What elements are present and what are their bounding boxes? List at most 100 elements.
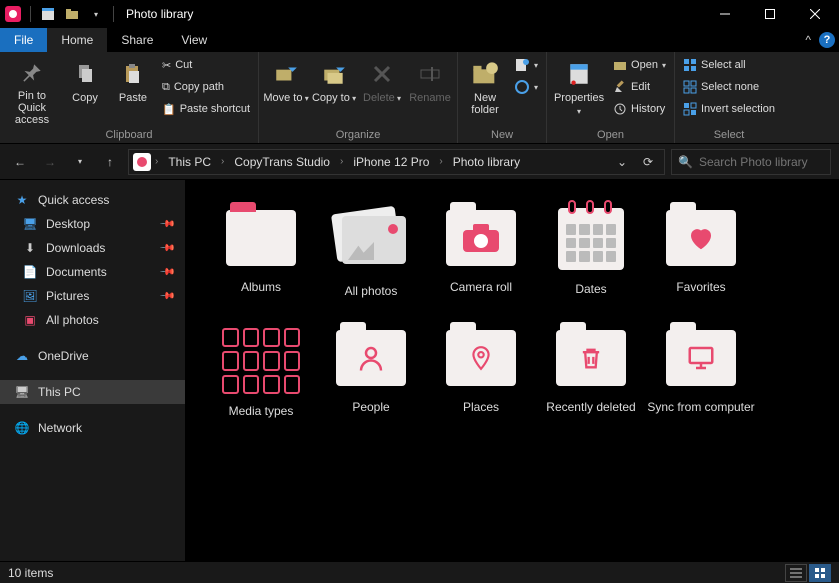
group-new: New folder ▾ ▾ New <box>458 52 547 143</box>
recent-locations-button[interactable]: ▾ <box>68 150 92 174</box>
tab-file[interactable]: File <box>0 28 47 52</box>
search-input[interactable] <box>699 155 839 169</box>
items-grid: Albums All photos Camera roll Dates <box>206 196 839 436</box>
sidebar-desktop[interactable]: 🖥Desktop📌 <box>0 212 185 236</box>
select-none-button[interactable]: Select none <box>679 76 779 98</box>
large-icons-view-button[interactable] <box>809 564 831 582</box>
close-button[interactable] <box>792 0 837 28</box>
copy-to-button[interactable]: Copy to ▾ <box>311 54 357 126</box>
chevron-right-icon[interactable]: › <box>153 156 160 167</box>
copy-button[interactable]: Copy <box>62 54 108 126</box>
group-open: Properties ▾ Open▾ Edit History Open <box>547 52 675 143</box>
folder-icon <box>446 330 516 386</box>
history-button[interactable]: History <box>609 98 670 120</box>
qat-newfolder-icon[interactable] <box>61 3 83 25</box>
properties-button[interactable]: Properties ▾ <box>551 54 607 126</box>
sidebar-documents[interactable]: 📄Documents📌 <box>0 260 185 284</box>
copy-path-button[interactable]: ⧉Copy path <box>158 76 254 98</box>
qat-customize-icon[interactable]: ▾ <box>85 3 107 25</box>
ribbon-collapse-icon[interactable]: ^ <box>805 33 811 47</box>
select-all-button[interactable]: Select all <box>679 54 779 76</box>
help-icon[interactable]: ? <box>819 32 835 48</box>
paste-button[interactable]: Paste <box>110 54 156 126</box>
group-label: Select <box>679 129 779 143</box>
navigation-bar: ← → ▾ ↑ › This PC › CopyTrans Studio › i… <box>0 144 839 180</box>
content-pane[interactable]: Albums All photos Camera roll Dates <box>186 180 839 561</box>
open-button[interactable]: Open▾ <box>609 54 670 76</box>
tab-view[interactable]: View <box>167 28 221 52</box>
sidebar-network[interactable]: 🌐Network <box>0 416 185 440</box>
address-bar[interactable]: › This PC › CopyTrans Studio › iPhone 12… <box>128 149 665 175</box>
folder-people[interactable]: People <box>316 316 426 436</box>
sidebar-quick-access[interactable]: ★Quick access <box>0 188 185 212</box>
invert-selection-button[interactable]: Invert selection <box>679 98 779 120</box>
new-item-button[interactable]: ▾ <box>510 54 542 76</box>
paste-shortcut-button[interactable]: 📋Paste shortcut <box>158 98 254 120</box>
status-bar: 10 items <box>0 561 839 583</box>
folder-media-types[interactable]: Media types <box>206 316 316 436</box>
pin-to-quick-access-button[interactable]: Pin to Quick access <box>4 54 60 126</box>
ribbon: Pin to Quick access Copy Paste ✂Cut ⧉Cop… <box>0 52 839 144</box>
up-button[interactable]: ↑ <box>98 150 122 174</box>
search-box[interactable]: 🔍 <box>671 149 831 175</box>
quick-access-toolbar: ▾ <box>2 3 118 25</box>
network-icon: 🌐 <box>14 420 30 436</box>
address-dropdown-button[interactable]: ⌄ <box>610 150 634 174</box>
folder-favorites[interactable]: Favorites <box>646 196 756 316</box>
sidebar-onedrive[interactable]: ☁OneDrive <box>0 344 185 368</box>
group-label: Open <box>551 129 670 143</box>
details-view-button[interactable] <box>785 564 807 582</box>
cloud-icon: ☁ <box>14 348 30 364</box>
edit-button[interactable]: Edit <box>609 76 670 98</box>
body: ★Quick access 🖥Desktop📌 ⬇Downloads📌 📄Doc… <box>0 180 839 561</box>
scissors-icon: ✂ <box>162 59 171 72</box>
minimize-button[interactable] <box>702 0 747 28</box>
folder-all-photos[interactable]: All photos <box>316 196 426 316</box>
pc-icon: 🖥 <box>14 384 30 400</box>
qat-properties-icon[interactable] <box>37 3 59 25</box>
folder-icon <box>446 210 516 266</box>
breadcrumb-segment[interactable]: Photo library <box>447 150 526 174</box>
folder-sync-from-computer[interactable]: Sync from computer <box>646 316 756 436</box>
delete-button[interactable]: Delete ▾ <box>359 54 405 126</box>
back-button[interactable]: ← <box>8 150 32 174</box>
calendar-icon <box>558 208 624 270</box>
sidebar-downloads[interactable]: ⬇Downloads📌 <box>0 236 185 260</box>
pin-icon: 📌 <box>158 216 175 233</box>
maximize-button[interactable] <box>747 0 792 28</box>
easy-access-button[interactable]: ▾ <box>510 76 542 98</box>
sidebar-pictures[interactable]: 🖼Pictures📌 <box>0 284 185 308</box>
group-clipboard: Pin to Quick access Copy Paste ✂Cut ⧉Cop… <box>0 52 259 143</box>
chevron-right-icon[interactable]: › <box>437 156 444 167</box>
tab-home[interactable]: Home <box>47 28 107 52</box>
app-icon <box>2 3 24 25</box>
forward-button[interactable]: → <box>38 150 62 174</box>
navigation-pane: ★Quick access 🖥Desktop📌 ⬇Downloads📌 📄Doc… <box>0 180 186 561</box>
folder-albums[interactable]: Albums <box>206 196 316 316</box>
ribbon-tabs: File Home Share View ^ ? <box>0 28 839 52</box>
folder-places[interactable]: Places <box>426 316 536 436</box>
breadcrumb-segment[interactable]: This PC <box>162 150 217 174</box>
tab-share[interactable]: Share <box>107 28 167 52</box>
refresh-button[interactable]: ⟳ <box>636 150 660 174</box>
desktop-icon: 🖥 <box>22 216 38 232</box>
rename-button[interactable]: Rename <box>407 54 453 126</box>
sidebar-all-photos[interactable]: ▣All photos <box>0 308 185 332</box>
folder-dates[interactable]: Dates <box>536 196 646 316</box>
pin-icon: 📌 <box>158 240 175 257</box>
cut-button[interactable]: ✂Cut <box>158 54 254 76</box>
move-to-button[interactable]: Move to ▾ <box>263 54 309 126</box>
new-folder-button[interactable]: New folder <box>462 54 508 126</box>
photos-icon: ▣ <box>22 312 38 328</box>
pin-icon: 📌 <box>158 264 175 281</box>
chevron-right-icon[interactable]: › <box>219 156 226 167</box>
breadcrumb-segment[interactable]: iPhone 12 Pro <box>347 150 435 174</box>
breadcrumb-segment[interactable]: CopyTrans Studio <box>228 150 336 174</box>
chevron-right-icon[interactable]: › <box>338 156 345 167</box>
divider <box>30 6 31 22</box>
folder-icon <box>666 330 736 386</box>
folder-recently-deleted[interactable]: Recently deleted <box>536 316 646 436</box>
sidebar-this-pc[interactable]: 🖥This PC <box>0 380 185 404</box>
folder-icon <box>226 210 296 266</box>
folder-camera-roll[interactable]: Camera roll <box>426 196 536 316</box>
